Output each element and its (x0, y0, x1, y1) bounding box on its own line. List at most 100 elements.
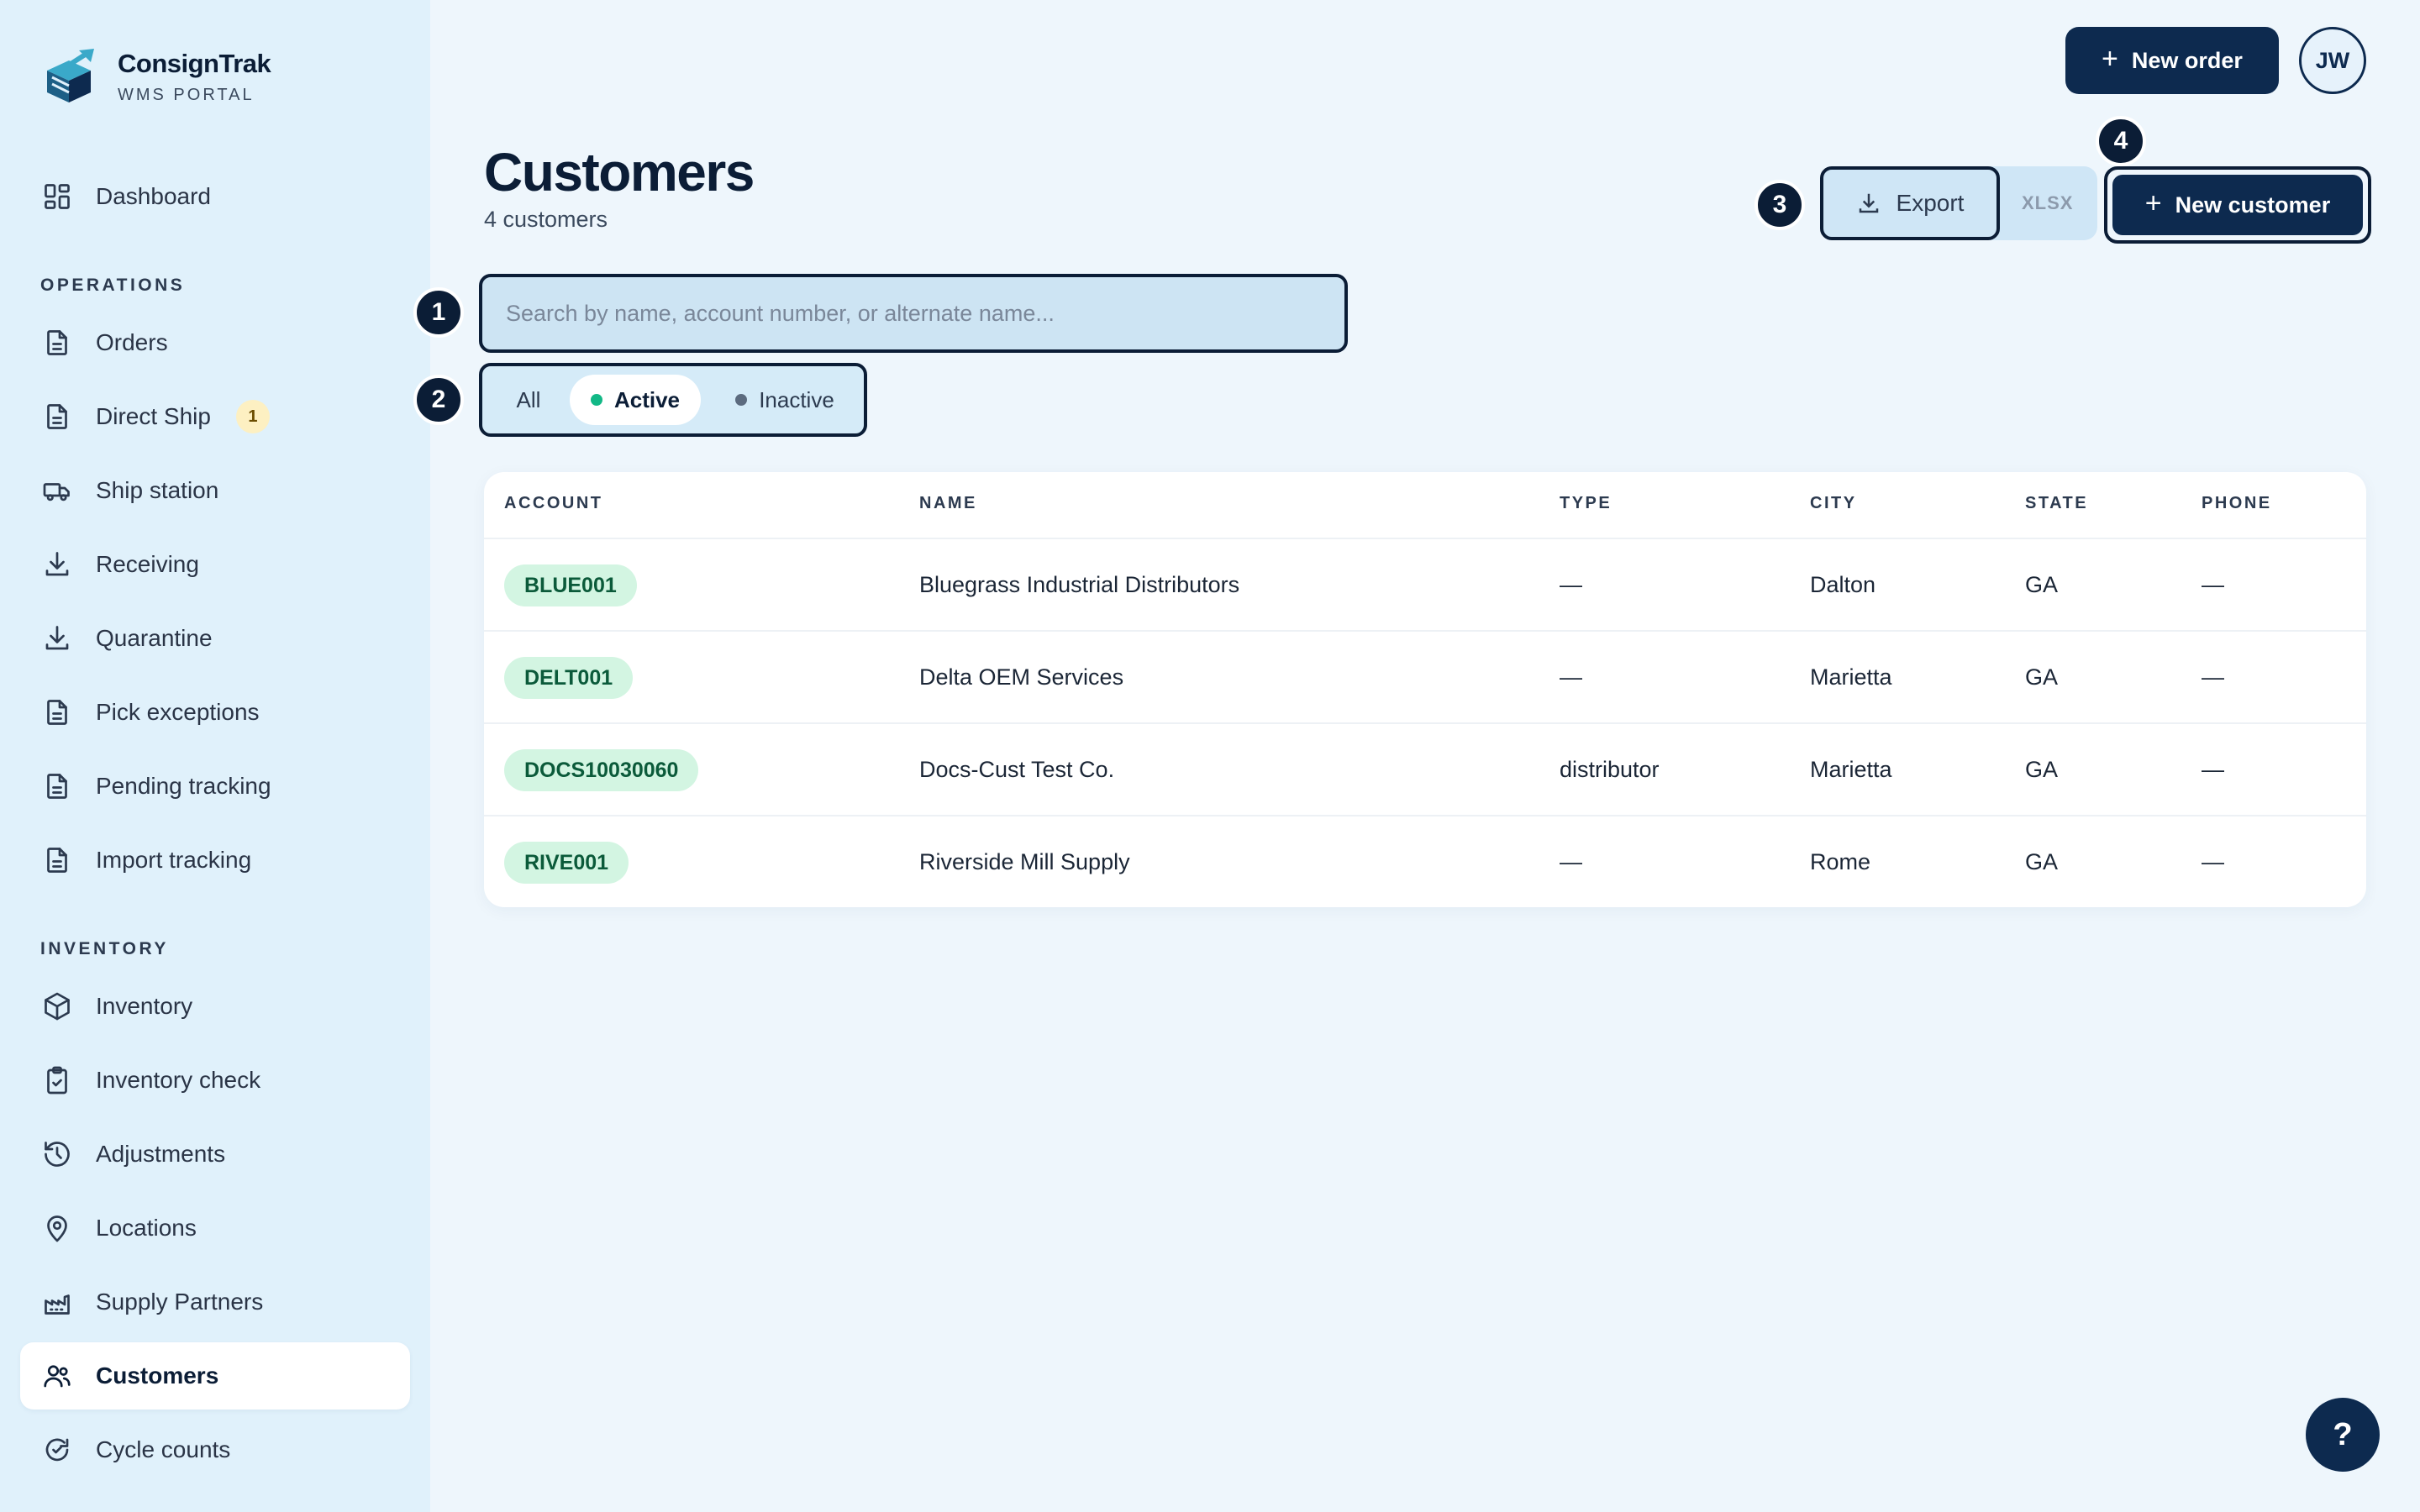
export-group: Export XLSX (1820, 166, 2097, 240)
filter-inactive[interactable]: Inactive (709, 375, 860, 425)
table-row[interactable]: DOCS10030060 Docs-Cust Test Co. distribu… (484, 722, 2366, 815)
sidebar-item-pending-tracking[interactable]: Pending tracking (20, 753, 410, 820)
sidebar-item-label: Inventory check (96, 1067, 261, 1093)
count-badge: 1 (235, 400, 270, 433)
nav-section-inventory: INVENTORY (40, 939, 169, 958)
column-header-state[interactable]: STATE (2025, 494, 2088, 513)
customer-city: Marietta (1810, 757, 1892, 782)
search-input[interactable] (479, 274, 1348, 353)
customer-city: Rome (1810, 849, 1871, 874)
filter-label: Active (613, 386, 681, 412)
sidebar-item-locations[interactable]: Locations (20, 1194, 410, 1262)
box-icon (40, 990, 74, 1023)
status-filter: All Active Inactive (479, 363, 867, 437)
step-marker-3: 3 (1754, 180, 1805, 230)
export-format-label[interactable]: XLSX (2022, 166, 2073, 240)
customer-name: Delta OEM Services (919, 664, 1124, 690)
account-badge: DOCS10030060 (504, 749, 699, 791)
active-dot-icon (590, 394, 602, 406)
account-badge: RIVE001 (504, 842, 629, 884)
filter-label: Inactive (759, 386, 834, 412)
column-header-type[interactable]: TYPE (1560, 494, 1612, 513)
document-icon (40, 769, 74, 803)
sidebar-item-label: Receiving (96, 551, 199, 577)
inactive-dot-icon (735, 394, 748, 406)
table-row[interactable]: DELT001 Delta OEM Services — Marietta GA… (484, 630, 2366, 722)
table-row[interactable]: RIVE001 Riverside Mill Supply — Rome GA … (484, 815, 2366, 907)
sidebar-item-customers[interactable]: Customers (20, 1342, 410, 1410)
brand[interactable]: ConsignTrak WMS PORTAL (40, 47, 271, 106)
filter-all[interactable]: All (497, 375, 560, 425)
customer-phone: — (2202, 572, 2224, 597)
sidebar-item-direct-ship[interactable]: Direct Ship 1 (20, 383, 410, 450)
brand-subtitle: WMS PORTAL (118, 85, 255, 104)
table-row[interactable]: BLUE001 Bluegrass Industrial Distributor… (484, 538, 2366, 630)
download-icon (1859, 193, 1878, 213)
sidebar-item-dashboard[interactable]: Dashboard (20, 163, 410, 230)
step-marker-4: 4 (2096, 116, 2146, 166)
clipboard-check-icon (40, 1063, 74, 1097)
account-badge: BLUE001 (504, 564, 637, 606)
column-header-name[interactable]: NAME (919, 494, 977, 513)
sidebar-item-import-tracking[interactable]: Import tracking (20, 827, 410, 894)
document-icon (40, 400, 74, 433)
export-button[interactable]: Export (1820, 166, 2000, 240)
factory-icon (40, 1285, 74, 1319)
sidebar-item-orders[interactable]: Orders (20, 309, 410, 376)
column-header-account[interactable]: ACCOUNT (504, 494, 603, 513)
logo-icon (47, 49, 94, 102)
sidebar-item-receiving[interactable]: Receiving (20, 531, 410, 598)
new-customer-button[interactable]: + New customer (2112, 175, 2363, 235)
customer-count: 4 customers (484, 207, 608, 232)
sidebar-item-label: Inventory (96, 993, 193, 1019)
sidebar-item-inventory[interactable]: Inventory (20, 973, 410, 1040)
help-button[interactable]: ? (2306, 1398, 2380, 1472)
sidebar-item-label: Pending tracking (96, 773, 271, 799)
filter-active[interactable]: Active (570, 375, 701, 425)
customer-type: — (1560, 664, 1582, 690)
sidebar-item-adjustments[interactable]: Adjustments (20, 1121, 410, 1188)
filter-label: All (516, 386, 541, 412)
new-customer-label: New customer (2175, 192, 2331, 218)
refresh-check-icon (40, 1433, 74, 1467)
download-icon (40, 548, 74, 581)
step-marker-2: 2 (413, 375, 464, 425)
truck-icon (40, 474, 74, 507)
export-label: Export (1896, 190, 1965, 216)
sidebar-item-cycle-counts[interactable]: Cycle counts (20, 1416, 410, 1483)
sidebar-item-label: Dashboard (96, 183, 211, 209)
avatar[interactable]: JW (2299, 27, 2366, 94)
sidebar-item-ship-station[interactable]: Ship station (20, 457, 410, 524)
column-header-city[interactable]: CITY (1810, 494, 1857, 513)
sidebar: ConsignTrak WMS PORTAL Dashboard OPERATI… (0, 0, 430, 1512)
sidebar-item-supply-partners[interactable]: Supply Partners (20, 1268, 410, 1336)
sidebar-item-inventory-check[interactable]: Inventory check (20, 1047, 410, 1114)
document-icon (40, 326, 74, 360)
sidebar-item-label: Pick exceptions (96, 699, 260, 725)
sidebar-item-label: Orders (96, 329, 168, 355)
sidebar-item-pick-exceptions[interactable]: Pick exceptions (20, 679, 410, 746)
sidebar-item-quarantine[interactable]: Quarantine (20, 605, 410, 672)
new-order-button[interactable]: + New order (2065, 27, 2279, 94)
sidebar-item-label: Supply Partners (96, 1289, 264, 1315)
plus-icon: + (2102, 42, 2118, 75)
sidebar-item-label: Direct Ship (96, 403, 211, 429)
dashboard-icon (40, 180, 74, 213)
customer-city: Dalton (1810, 572, 1876, 597)
customer-phone: — (2202, 849, 2224, 874)
customer-phone: — (2202, 664, 2224, 690)
column-header-phone[interactable]: PHONE (2202, 494, 2272, 513)
customer-city: Marietta (1810, 664, 1892, 690)
download-icon (40, 622, 74, 655)
customers-table: ACCOUNT NAME TYPE CITY STATE PHONE BLUE0… (484, 472, 2366, 907)
sidebar-item-label: Locations (96, 1215, 197, 1241)
history-icon (40, 1137, 74, 1171)
step-marker-1: 1 (413, 287, 464, 338)
customer-type: distributor (1560, 757, 1660, 782)
sidebar-item-label: Cycle counts (96, 1436, 231, 1462)
customer-name: Riverside Mill Supply (919, 849, 1130, 874)
sidebar-item-label: Ship station (96, 477, 219, 503)
customer-type: — (1560, 572, 1582, 597)
users-icon (40, 1359, 74, 1393)
new-customer-highlight: + New customer (2104, 166, 2371, 244)
